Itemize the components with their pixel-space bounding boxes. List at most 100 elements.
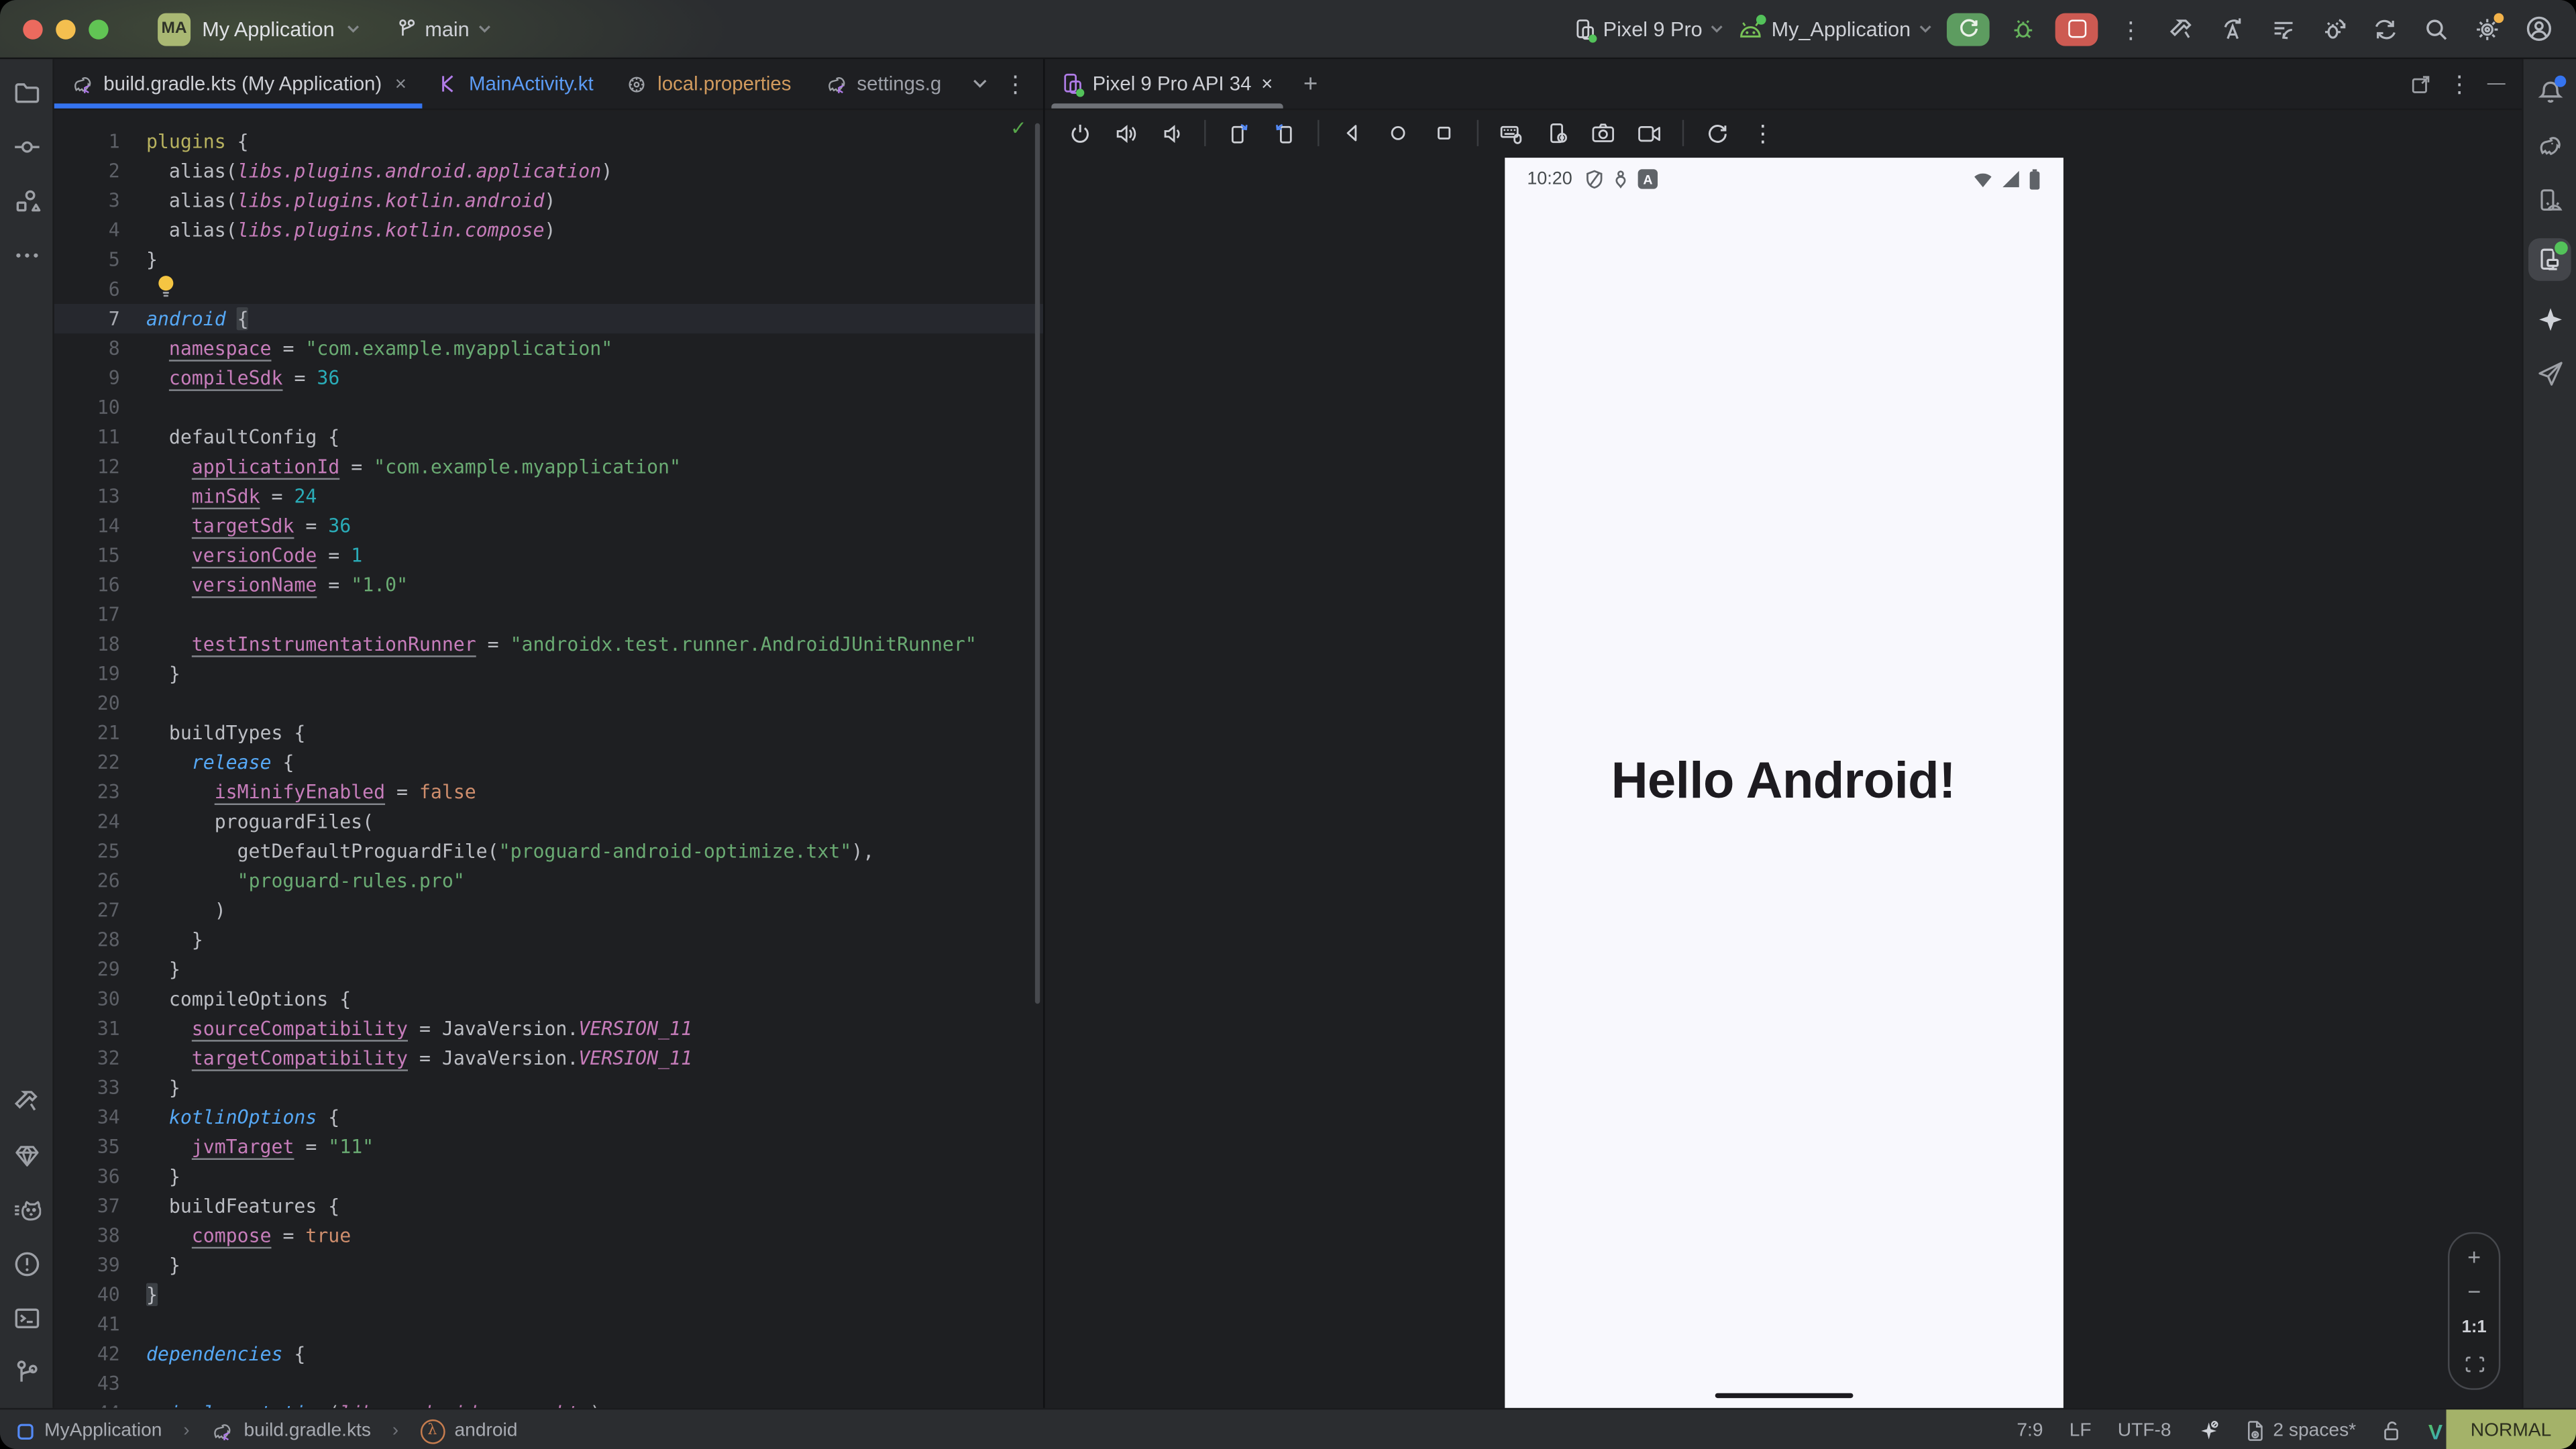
code-line[interactable]: 24 proguardFiles( (54, 806, 1043, 836)
problems-tool-icon[interactable] (10, 1247, 43, 1280)
gemini-sparkle-icon[interactable] (2533, 303, 2566, 335)
profiler-icon[interactable] (2265, 11, 2302, 47)
debug-button[interactable] (2004, 11, 2041, 47)
rotate-left-icon[interactable] (1218, 113, 1260, 153)
code-line[interactable]: 6 (54, 274, 1043, 304)
code-line[interactable]: 8 namespace = "com.example.myapplication… (54, 333, 1043, 363)
code-line[interactable]: 3 alias(libs.plugins.kotlin.android) (54, 186, 1043, 215)
code-line[interactable]: 11 defaultConfig { (54, 422, 1043, 451)
rerun-button[interactable] (1947, 12, 1990, 45)
project-tool-icon[interactable] (10, 76, 43, 109)
open-in-new-window-icon[interactable] (2410, 73, 2432, 95)
vcs-branch-selector[interactable]: main (395, 17, 490, 40)
code-line[interactable]: 20 (54, 688, 1043, 718)
code-line[interactable]: 27 ) (54, 896, 1043, 925)
show-hidden-tabs-icon[interactable] (973, 79, 987, 89)
android-back-icon[interactable] (1331, 113, 1374, 153)
stop-button[interactable] (2055, 12, 2098, 45)
rotate-right-icon[interactable] (1263, 113, 1306, 153)
close-device-tab-icon[interactable]: × (1261, 72, 1273, 95)
build-tool-icon[interactable] (10, 1084, 43, 1117)
code-editor[interactable]: 1plugins {2 alias(libs.plugins.android.a… (54, 110, 1043, 1408)
build-hammer-icon[interactable] (2163, 11, 2200, 47)
gradle-tool-icon[interactable] (2533, 129, 2566, 162)
notifications-bell-icon[interactable] (2533, 76, 2566, 109)
commit-tool-icon[interactable] (10, 129, 43, 162)
apply-changes-icon[interactable] (2214, 11, 2251, 47)
fit-to-window-icon[interactable] (2463, 1355, 2485, 1373)
android-overview-icon[interactable] (1423, 113, 1466, 153)
logcat-cat-icon[interactable] (10, 1193, 43, 1226)
zoom-ratio-button[interactable]: 1:1 (2462, 1318, 2487, 1337)
search-everywhere-icon[interactable] (2418, 11, 2455, 47)
volume-down-icon[interactable] (1150, 113, 1193, 153)
device-more-icon[interactable]: ⋮ (1741, 113, 1784, 153)
code-line[interactable]: 14 targetSdk = 36 (54, 511, 1043, 541)
run-configuration-selector[interactable]: My_Application (1739, 17, 1932, 40)
write-access-lock-icon[interactable] (2382, 1419, 2402, 1442)
code-line[interactable]: 25 getDefaultProguardFile("proguard-andr… (54, 837, 1043, 866)
structure-tool-icon[interactable] (10, 184, 43, 217)
code-line[interactable]: 10 (54, 392, 1043, 422)
code-line[interactable]: 23 isMinifyEnabled = false (54, 777, 1043, 806)
line-separator-widget[interactable]: LF (2070, 1421, 2092, 1440)
airplane-icon[interactable] (2533, 356, 2566, 389)
project-selector[interactable]: MA My Application (158, 12, 359, 45)
encoding-widget[interactable]: UTF-8 (2118, 1421, 2171, 1440)
screenshot-camera-icon[interactable] (1582, 113, 1625, 153)
code-line[interactable]: 31 sourceCompatibility = JavaVersion.VER… (54, 1014, 1043, 1043)
code-line[interactable]: 1plugins { (54, 127, 1043, 156)
device-selector[interactable]: Pixel 9 Pro (1574, 17, 1724, 40)
code-line[interactable]: 33 } (54, 1073, 1043, 1102)
code-line[interactable]: 41 (54, 1309, 1043, 1339)
code-line[interactable]: 4 alias(libs.plugins.kotlin.compose) (54, 215, 1043, 245)
code-line[interactable]: 37 buildFeatures { (54, 1191, 1043, 1221)
settings-gear-icon[interactable] (2469, 11, 2506, 47)
tab-build-gradle[interactable]: build.gradle.kts (My Application) × (54, 59, 423, 108)
reset-restart-icon[interactable] (1695, 113, 1738, 153)
code-line[interactable]: 30 compileOptions { (54, 984, 1043, 1014)
code-line[interactable]: 16 versionName = "1.0" (54, 570, 1043, 600)
ai-spark-icon[interactable] (2198, 1419, 2219, 1442)
gesture-navigation-bar[interactable] (1715, 1393, 1853, 1399)
code-line[interactable]: 19 } (54, 659, 1043, 688)
code-line[interactable]: 9 compileSdk = 36 (54, 363, 1043, 392)
sync-project-icon[interactable] (2367, 11, 2404, 47)
emulator-screen[interactable]: 10:20 A (1504, 158, 2063, 1408)
tab-mainactivity[interactable]: MainActivity.kt (423, 59, 610, 108)
inspections-ok-icon[interactable]: ✓ (1010, 117, 1027, 140)
code-line[interactable]: 35 jvmTarget = "11" (54, 1132, 1043, 1161)
code-line[interactable]: 40} (54, 1280, 1043, 1309)
code-line[interactable]: 15 versionCode = 1 (54, 541, 1043, 570)
add-device-tab-button[interactable]: + (1289, 59, 1332, 108)
code-line[interactable]: 13 minSdk = 24 (54, 482, 1043, 511)
running-devices-icon[interactable] (2528, 238, 2571, 281)
code-line[interactable]: 18 testInstrumentationRunner = "androidx… (54, 629, 1043, 659)
code-line[interactable]: 32 targetCompatibility = JavaVersion.VER… (54, 1043, 1043, 1073)
screen-record-icon[interactable] (1628, 113, 1671, 153)
power-button-icon[interactable] (1058, 113, 1101, 153)
version-control-branch-icon[interactable] (10, 1355, 43, 1388)
more-tool-windows-icon[interactable] (10, 238, 43, 271)
close-window-button[interactable] (23, 19, 42, 38)
device-manager-icon[interactable] (2533, 184, 2566, 217)
code-line[interactable]: 36 } (54, 1161, 1043, 1191)
code-line[interactable]: 2 alias(libs.plugins.android.application… (54, 156, 1043, 186)
terminal-tool-icon[interactable] (10, 1301, 43, 1334)
gemini-gem-icon[interactable] (10, 1138, 43, 1171)
code-line[interactable]: 21 buildTypes { (54, 718, 1043, 747)
minimize-window-button[interactable] (56, 19, 75, 38)
code-line[interactable]: 43 (54, 1368, 1043, 1398)
tab-local-properties[interactable]: local.properties (610, 59, 808, 108)
breadcrumb-project[interactable]: MyApplication (44, 1421, 162, 1440)
more-run-actions-button[interactable]: ⋮ (2112, 11, 2149, 47)
tab-settings-gradle[interactable]: settings.g (808, 59, 958, 108)
account-avatar-icon[interactable] (2520, 11, 2557, 47)
code-line[interactable]: 28 } (54, 925, 1043, 955)
code-line[interactable]: 12 applicationId = "com.example.myapplic… (54, 451, 1043, 481)
intention-bulb-icon[interactable] (156, 274, 176, 299)
zoom-in-button[interactable]: + (2467, 1248, 2481, 1265)
code-line[interactable]: 22 release { (54, 747, 1043, 777)
panel-options-icon[interactable]: ⋮ (2448, 72, 2471, 95)
code-line[interactable]: 5} (54, 245, 1043, 274)
